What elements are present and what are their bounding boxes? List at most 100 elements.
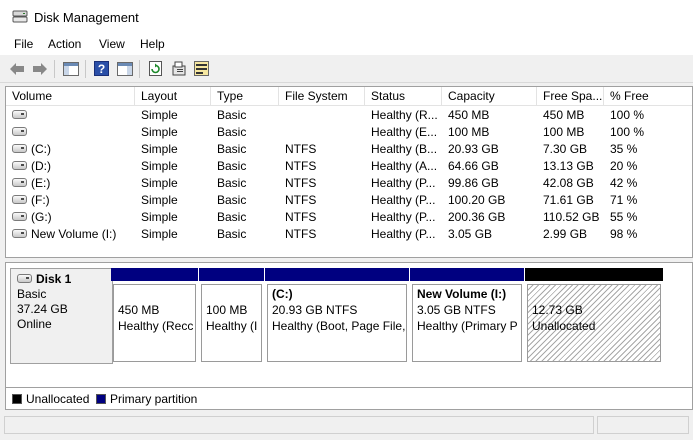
cell-text: NTFS xyxy=(285,176,317,190)
menu-help[interactable]: Help xyxy=(140,37,165,51)
cell-status: Healthy (P... xyxy=(371,175,435,192)
partition-body: (C:) 20.93 GB NTFS Healthy (Boot, Page F… xyxy=(267,284,407,362)
cell-volume: (F:) xyxy=(12,192,50,209)
table-row[interactable]: New Volume (I:) Simple Basic NTFS Healthy (P… xyxy=(6,226,692,243)
table-row[interactable]: (E:) Simple Basic NTFS Healthy (P... 99.86 GB… xyxy=(6,175,692,192)
partition-new-volume-i[interactable]: New Volume (I:) 3.05 GB NTFS Healthy (Pr… xyxy=(410,268,524,362)
cell-capacity: 3.05 GB xyxy=(448,226,492,243)
cell-text: (E:) xyxy=(31,176,51,190)
column-header-file-system[interactable]: File System xyxy=(279,87,365,105)
drive-icon xyxy=(12,229,27,239)
cell-text: 35 % xyxy=(610,142,638,156)
cell-text: Basic xyxy=(217,142,247,156)
help-button[interactable]: ? xyxy=(93,60,110,77)
cell-text: Healthy (A... xyxy=(371,159,438,173)
console-tree-icon xyxy=(62,61,79,76)
title-bar: Disk Management xyxy=(0,0,693,33)
table-row[interactable]: Simple Basic Healthy (R... 450 MB 450 MB 100 … xyxy=(6,107,692,124)
svg-text:?: ? xyxy=(98,62,105,76)
cell-capacity: 99.86 GB xyxy=(448,175,499,192)
cell-status: Healthy (P... xyxy=(371,226,435,243)
column-header-capacity[interactable]: Capacity xyxy=(442,87,537,105)
menu-action[interactable]: Action xyxy=(48,37,81,51)
refresh-button[interactable] xyxy=(147,60,164,77)
drive-icon xyxy=(12,212,27,222)
partition-c[interactable]: (C:) 20.93 GB NTFS Healthy (Boot, Page F… xyxy=(265,268,409,362)
partition-body: New Volume (I:) 3.05 GB NTFS Healthy (Pr… xyxy=(412,284,522,362)
menu-view[interactable]: View xyxy=(99,37,125,51)
rescan-disks-icon xyxy=(194,61,209,76)
cell-text: Healthy (E... xyxy=(371,125,438,139)
disk-state: Online xyxy=(17,317,52,331)
cell-text: 100 MB xyxy=(543,125,585,139)
drive-icon xyxy=(12,161,27,171)
properties-button[interactable] xyxy=(170,60,187,77)
legend-label: Unallocated xyxy=(26,392,90,406)
legend-swatch xyxy=(12,394,22,404)
forward-button[interactable] xyxy=(31,60,48,77)
partition-recovery[interactable]: 450 MB Healthy (Recc xyxy=(111,268,198,362)
cell-free: 2.99 GB xyxy=(543,226,587,243)
cell-text: Simple xyxy=(141,227,178,241)
cell-layout: Simple xyxy=(141,226,178,243)
show-hide-icon xyxy=(116,61,133,76)
cell-text: 42.08 GB xyxy=(543,176,594,190)
cell-text: Basic xyxy=(217,210,247,224)
cell-layout: Simple xyxy=(141,141,178,158)
cell-layout: Simple xyxy=(141,158,178,175)
toolbar: ? xyxy=(0,55,693,83)
cell-text: 55 % xyxy=(610,210,638,224)
menu-file[interactable]: File xyxy=(14,37,33,51)
rescan-disks-button[interactable] xyxy=(193,60,210,77)
cell-text: (F:) xyxy=(31,193,50,207)
cell-text: Simple xyxy=(141,142,178,156)
cell-text: Basic xyxy=(217,159,247,173)
cell-free: 71.61 GB xyxy=(543,192,594,209)
console-tree-button[interactable] xyxy=(62,60,79,77)
column-header-type[interactable]: Type xyxy=(211,87,279,105)
cell-status: Healthy (E... xyxy=(371,124,437,141)
partition-size: 12.73 GB xyxy=(532,303,583,317)
cell-free: 42.08 GB xyxy=(543,175,594,192)
cell-pct: 100 % xyxy=(610,124,644,141)
partition-body: 450 MB Healthy (Recc xyxy=(113,284,196,362)
cell-text: 98 % xyxy=(610,227,638,241)
cell-layout: Simple xyxy=(141,124,178,141)
drive-icon xyxy=(12,127,27,137)
table-row[interactable]: (F:) Simple Basic NTFS Healthy (P... 100.20 G… xyxy=(6,192,692,209)
cell-status: Healthy (P... xyxy=(371,192,435,209)
partition-size: 100 MB xyxy=(206,303,248,317)
cell-layout: Simple xyxy=(141,209,178,226)
column-header-volume[interactable]: Volume xyxy=(6,87,135,105)
table-row[interactable]: (C:) Simple Basic NTFS Healthy (B... 20.93 GB… xyxy=(6,141,692,158)
cell-type: Basic xyxy=(217,141,246,158)
partition-efi[interactable]: 100 MB Healthy (I xyxy=(199,268,264,362)
table-row[interactable]: (D:) Simple Basic NTFS Healthy (A... 64.66 GB… xyxy=(6,158,692,175)
cell-volume: (E:) xyxy=(12,175,50,192)
table-row[interactable]: Simple Basic Healthy (E... 100 MB 100 MB 100 … xyxy=(6,124,692,141)
cell-free: 13.13 GB xyxy=(543,158,594,175)
disk-info[interactable]: Disk 1 Basic 37.24 GB Online xyxy=(10,268,113,364)
cell-type: Basic xyxy=(217,175,246,192)
cell-capacity: 100 MB xyxy=(448,124,489,141)
partition-title: New Volume (I:) xyxy=(417,287,507,301)
partition-unallocated[interactable]: 12.73 GB Unallocated xyxy=(525,268,663,362)
show-hide-button[interactable] xyxy=(116,60,133,77)
column-header-free-space[interactable]: Free Spa... xyxy=(537,87,604,105)
column-header-layout[interactable]: Layout xyxy=(135,87,211,105)
status-bar xyxy=(0,410,693,440)
cell-text: 100 % xyxy=(610,108,645,122)
legend-item-primary-partition: Primary partition xyxy=(96,392,197,406)
cell-free: 110.52 GB xyxy=(543,209,599,226)
back-button[interactable] xyxy=(8,60,25,77)
column-header-percent-free[interactable]: % Free xyxy=(604,87,692,105)
column-header-status[interactable]: Status xyxy=(365,87,442,105)
cell-type: Basic xyxy=(217,226,246,243)
cell-type: Basic xyxy=(217,124,246,141)
table-row[interactable]: (G:) Simple Basic NTFS Healthy (P... 200.36 G… xyxy=(6,209,692,226)
cell-text: Basic xyxy=(217,108,247,122)
cell-text: NTFS xyxy=(285,210,317,224)
cell-text: 110.52 GB xyxy=(543,210,600,224)
cell-capacity: 450 MB xyxy=(448,107,489,124)
partition-title: (C:) xyxy=(272,287,293,301)
